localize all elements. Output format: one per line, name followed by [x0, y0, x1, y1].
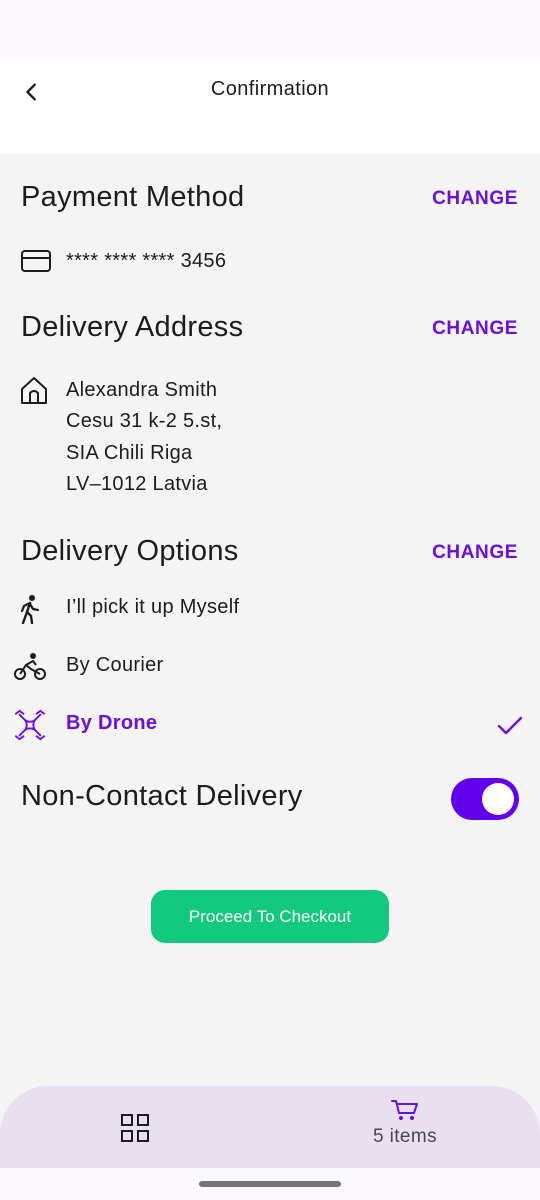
non-contact-delivery-label: Non-Contact Delivery [21, 780, 303, 812]
home-icon [18, 374, 50, 406]
change-delivery-button[interactable]: CHANGE [432, 542, 518, 564]
proceed-to-checkout-button[interactable]: Proceed To Checkout [151, 890, 389, 943]
delivery-options-title: Delivery Options [21, 535, 239, 567]
card-number: **** **** **** 3456 [66, 250, 227, 272]
non-contact-delivery-toggle[interactable] [451, 778, 519, 820]
delivery-option-label: I’ll pick it up Myself [66, 596, 240, 618]
status-bar [0, 0, 540, 58]
address-line: Alexandra Smith [66, 379, 218, 401]
delivery-option-courier[interactable]: By Courier [0, 644, 540, 690]
cart-item-count: 5 items [372, 1126, 438, 1147]
checkmark-icon [497, 716, 523, 735]
delivery-option-label: By Courier [66, 654, 164, 676]
cart-icon [391, 1100, 418, 1120]
credit-card-icon [20, 245, 52, 277]
change-address-button[interactable]: CHANGE [432, 318, 518, 340]
address-line: Cesu 31 k-2 5.st, [66, 410, 223, 432]
drone-icon [14, 709, 46, 741]
delivery-address-title: Delivery Address [21, 311, 244, 343]
change-payment-button[interactable]: CHANGE [432, 188, 518, 210]
toggle-knob [482, 783, 514, 815]
payment-method-title: Payment Method [21, 181, 245, 213]
address-line: SIA Chili Riga [66, 442, 193, 464]
catalog-nav-button[interactable] [115, 1108, 155, 1148]
address-line: LV–1012 Latvia [66, 473, 208, 495]
app-bar: Confirmation [0, 58, 540, 154]
home-indicator[interactable] [199, 1181, 341, 1187]
cart-nav-button[interactable]: 5 items [355, 1098, 455, 1158]
delivery-option-pickup[interactable]: I’ll pick it up Myself [0, 586, 540, 632]
bicycle-icon [14, 651, 46, 683]
walking-person-icon [14, 593, 46, 625]
page-title: Confirmation [210, 78, 330, 100]
delivery-option-label: By Drone [66, 712, 158, 734]
delivery-option-drone[interactable]: By Drone [0, 702, 540, 748]
grid-icon [121, 1114, 149, 1142]
